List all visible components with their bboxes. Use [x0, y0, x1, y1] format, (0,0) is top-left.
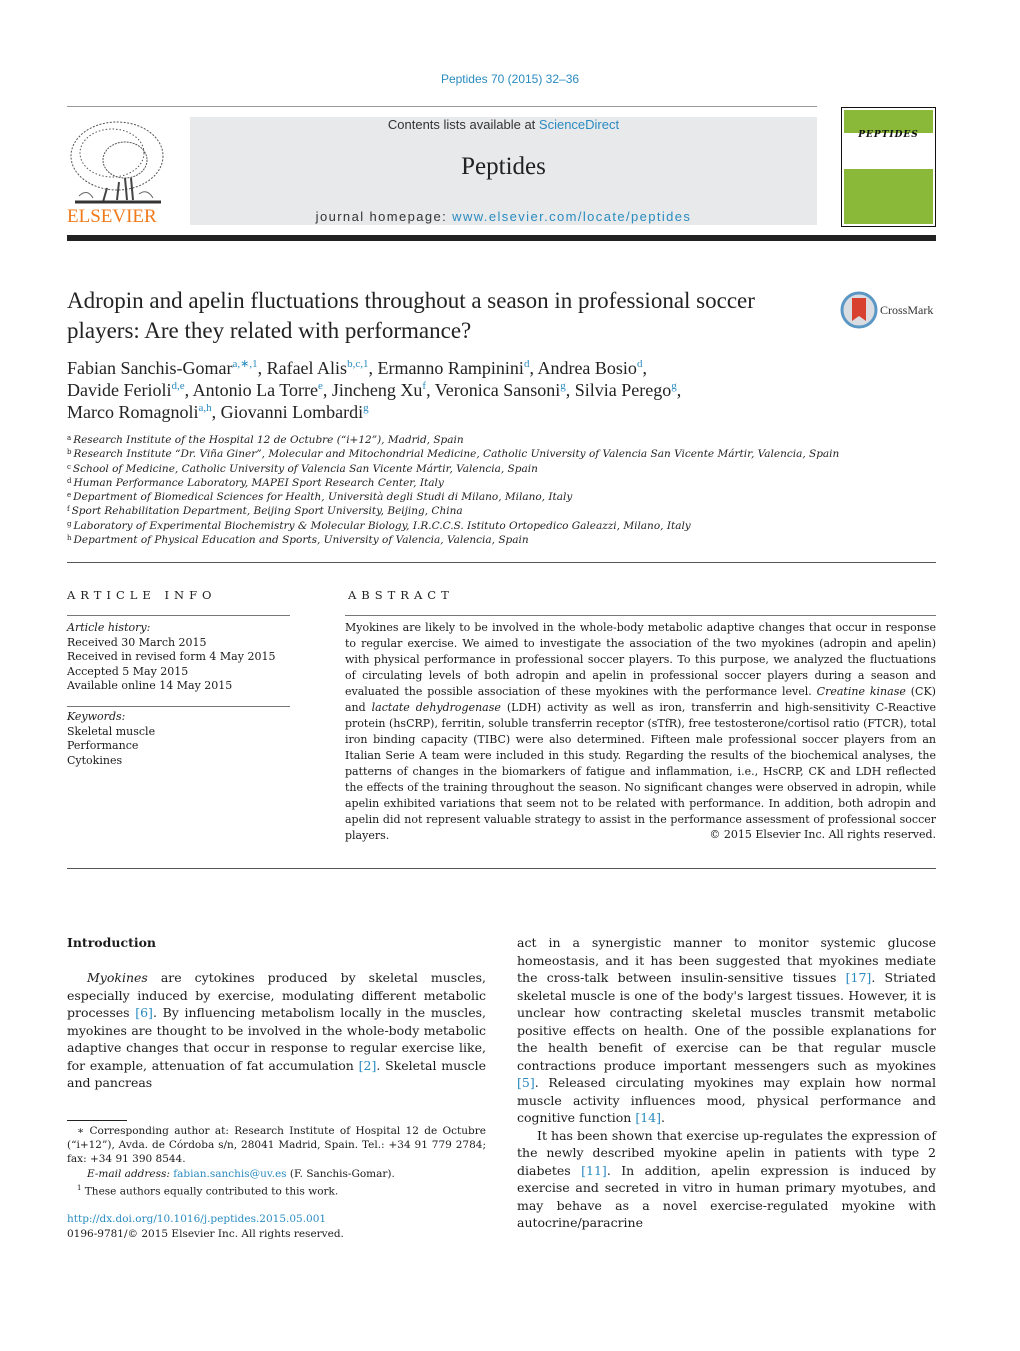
affiliation: h Department of Physical Education and Sp… — [67, 534, 529, 547]
reference-link[interactable]: [17] — [846, 970, 872, 985]
reference-link[interactable]: [2] — [359, 1058, 377, 1073]
email-note: E-mail address: fabian.sanchis@uv.es (F.… — [87, 1167, 395, 1180]
email-link[interactable]: fabian.sanchis@uv.es — [173, 1168, 286, 1180]
reference-link[interactable]: [6] — [135, 1005, 153, 1020]
footnote-rule — [67, 1120, 127, 1121]
reference-link[interactable]: [11] — [581, 1163, 607, 1178]
author[interactable]: Fabian Sanchis-Gomara,∗,1 — [67, 358, 258, 378]
history-item: Available online 14 May 2015 — [67, 679, 233, 692]
history-item: Accepted 5 May 2015 — [67, 664, 189, 678]
keyword: Cytokines — [67, 753, 123, 767]
issn-copyright: 0196-9781/© 2015 Elsevier Inc. All right… — [67, 1228, 344, 1240]
affiliation: c School of Medicine, Catholic University… — [67, 462, 538, 475]
author[interactable]: Giovanni Lombardig — [221, 402, 369, 422]
author[interactable]: Marco Romagnolia,h — [67, 402, 212, 422]
paragraph: It has been shown that exercise up-regul… — [517, 1127, 936, 1231]
article-info-rule — [67, 615, 290, 616]
history-item: Received 30 March 2015 — [67, 635, 207, 649]
homepage-link[interactable]: www.elsevier.com/locate/peptides — [452, 209, 691, 224]
keyword: Performance — [67, 739, 139, 752]
journal-name: Peptides — [461, 153, 546, 180]
cover-bottom-band — [844, 169, 933, 224]
elsevier-logo-text: ELSEVIER — [67, 206, 157, 227]
abstract-bottom-rule — [67, 868, 936, 869]
author[interactable]: Davide Feriolid,e — [67, 380, 185, 400]
affiliation-list: a Research Institute of the Hospital 12 d… — [67, 433, 947, 547]
doi-block: http://dx.doi.org/10.1016/j.peptides.201… — [67, 1212, 344, 1242]
affiliation: d Human Performance Laboratory, MAPEI Spo… — [67, 476, 444, 489]
sciencedirect-link[interactable]: ScienceDirect — [539, 117, 619, 132]
affiliation: a Research Institute of the Hospital 12 d… — [67, 434, 464, 446]
keyword: Skeletal muscle — [67, 724, 156, 738]
affiliation: g Laboratory of Experimental Biochemistry… — [67, 519, 691, 532]
homepage-prefix: journal homepage: — [315, 209, 453, 224]
journal-reference-link[interactable]: Peptides 70 (2015) 32–36 — [0, 72, 1020, 86]
paragraph: act in a synergistic manner to monitor s… — [517, 935, 936, 1125]
history-item: Received in revised form 4 May 2015 — [67, 650, 276, 663]
keywords-rule — [67, 706, 290, 707]
author[interactable]: Ermanno Rampininid — [377, 358, 529, 378]
doi-link[interactable]: http://dx.doi.org/10.1016/j.peptides.201… — [67, 1212, 344, 1227]
abstract-rule — [345, 615, 936, 616]
keywords: Keywords: Skeletal muscle Performance Cy… — [67, 710, 155, 768]
affiliation: e Department of Biomedical Sciences for H… — [67, 491, 573, 504]
author[interactable]: Veronica Sansonig — [435, 380, 566, 400]
section-rule — [67, 562, 936, 563]
author[interactable]: Silvia Peregog — [575, 380, 677, 400]
journal-cover-thumbnail[interactable]: PEPTIDES — [841, 107, 936, 227]
author[interactable]: Rafael Alisb,c,1 — [267, 358, 369, 378]
keywords-label: Keywords: — [67, 710, 126, 723]
body-column-left: Myokines are cytokines produced by skele… — [67, 970, 486, 1090]
author[interactable]: Antonio La Torree — [193, 380, 323, 400]
author[interactable]: Andrea Bosiod — [537, 358, 642, 378]
header-rule — [67, 106, 817, 107]
article-history: Article history: Received 30 March 2015 … — [67, 621, 275, 694]
affiliation: f Sport Rehabilitation Department, Beijin… — [67, 505, 463, 518]
footnotes: ∗ Corresponding author at: Research Inst… — [67, 1124, 486, 1199]
contents-available-line: Contents lists available at ScienceDirec… — [190, 117, 817, 132]
equal-contribution-note: 1 These authors equally contributed to t… — [77, 1183, 339, 1198]
abstract-copyright: © 2015 Elsevier Inc. All rights reserved… — [709, 828, 936, 841]
crossmark-label[interactable]: CrossMark — [880, 303, 933, 318]
author-list: Fabian Sanchis-Gomara,∗,1, Rafael Alisb,… — [67, 358, 682, 422]
abstract-text: Myokines are likely to be involved in th… — [345, 621, 937, 842]
header-thick-rule — [67, 235, 936, 241]
corresponding-author-note: ∗ Corresponding author at: Research Inst… — [67, 1125, 486, 1166]
reference-link[interactable]: [14] — [635, 1110, 661, 1125]
affiliation: b Research Institute “Dr. Viña Giner”, Mo… — [67, 448, 840, 461]
introduction-heading: Introduction — [67, 935, 157, 950]
article-history-label: Article history: — [67, 621, 151, 634]
journal-homepage-line: journal homepage: www.elsevier.com/locat… — [190, 209, 817, 224]
cover-title: PEPTIDES — [858, 130, 919, 140]
article-info-heading: ARTICLE INFO — [67, 588, 217, 602]
body-column-right: act in a synergistic manner to monitor s… — [517, 934, 936, 1232]
journal-banner: Contents lists available at ScienceDirec… — [190, 117, 817, 225]
abstract-heading: ABSTRACT — [348, 588, 454, 602]
article-title: Adropin and apelin fluctuations througho… — [67, 288, 755, 343]
reference-link[interactable]: [5] — [517, 1075, 535, 1090]
author[interactable]: Jincheng Xuf — [332, 380, 426, 400]
contents-prefix: Contents lists available at — [387, 117, 539, 132]
